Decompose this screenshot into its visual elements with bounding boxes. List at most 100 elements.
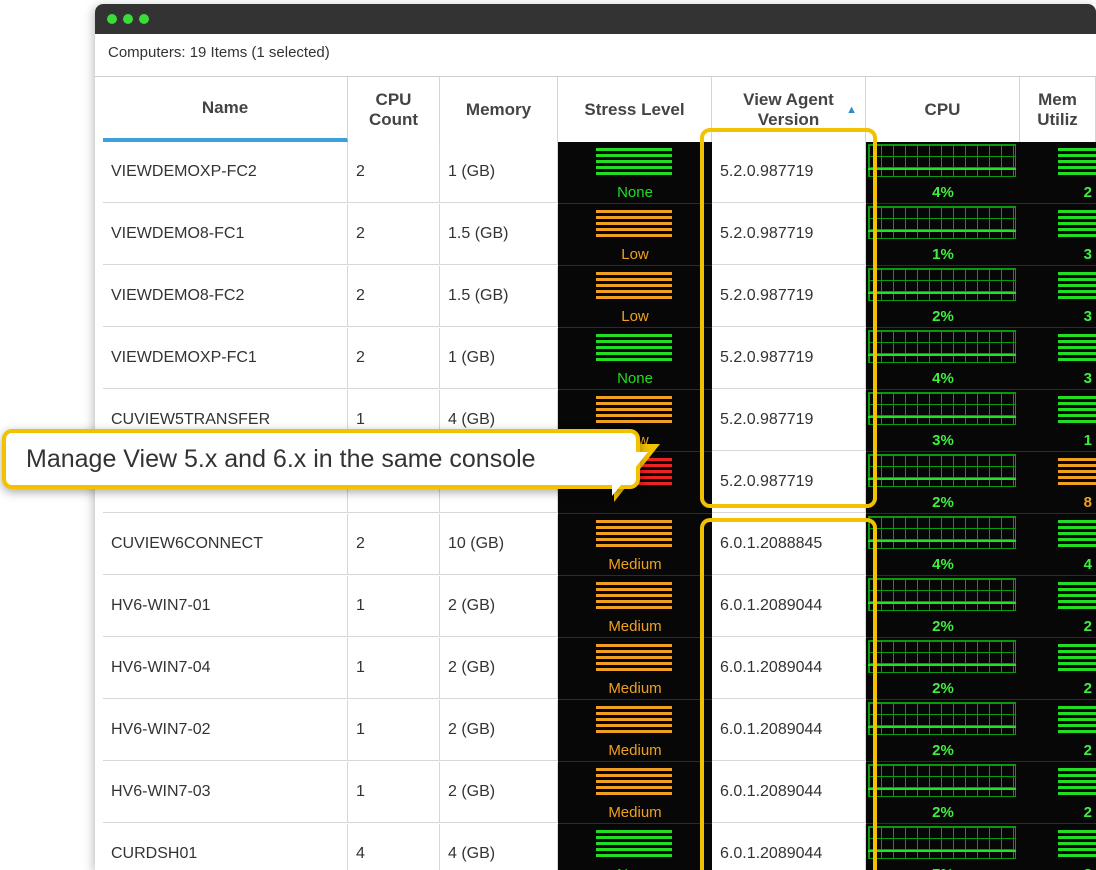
stress-bar [596, 160, 672, 163]
stress-bar [596, 532, 672, 535]
table-row[interactable]: HV6-WIN7-04 1 2 (GB) Medium 6.0.1.2089044 2% 2 [95, 638, 1096, 700]
table-row[interactable]: HV6-WIN7-02 1 2 (GB) Medium 6.0.1.2089044 2% 2 [95, 700, 1096, 762]
cell-cpu-count: 2 [348, 204, 440, 265]
memory-bar [1058, 538, 1096, 541]
memory-bar [1058, 774, 1096, 777]
cpu-percent-label: 4% [932, 556, 954, 573]
cpu-percent-label: 2% [932, 494, 954, 511]
memory-bar [1058, 216, 1096, 219]
stress-bar [596, 582, 672, 585]
cell-name: VIEWDEMOXP-FC1 [103, 328, 348, 389]
cpu-percent-label: 4% [932, 184, 954, 201]
memory-bar [1058, 352, 1096, 355]
stress-bar [596, 408, 672, 411]
memory-bar [1058, 650, 1096, 653]
cell-name: HV6-WIN7-03 [103, 762, 348, 823]
stress-meter: Medium [558, 762, 712, 824]
column-header-memory[interactable]: Memory [440, 77, 558, 142]
cpu-meter: 3% [866, 390, 1020, 452]
window-control-dot-icon[interactable] [123, 14, 133, 24]
stress-meter: None [558, 328, 712, 390]
cell-cpu-count: 1 [348, 762, 440, 823]
stress-level-label: Medium [608, 742, 662, 759]
stress-bar [596, 166, 672, 169]
column-header-cpu[interactable]: CPU [866, 77, 1020, 142]
column-header-cpu-count[interactable]: CPU Count [348, 77, 440, 142]
window-control-dot-icon[interactable] [107, 14, 117, 24]
memory-bar [1058, 464, 1096, 467]
stress-level-label: Medium [608, 618, 662, 635]
cpu-meter: 2% [866, 762, 1020, 824]
memory-util-label: 2 [1083, 742, 1092, 759]
column-header-name[interactable]: Name [103, 77, 348, 142]
cpu-history-grid [868, 392, 1016, 425]
column-header-label: CPU [924, 99, 961, 119]
sort-ascending-icon: ▲ [846, 104, 857, 116]
table-row[interactable]: VIEWDEMOXP-FC1 2 1 (GB) None 5.2.0.987719 4% 3 [95, 328, 1096, 390]
table-row[interactable]: HV6-WIN7-03 1 2 (GB) Medium 6.0.1.2089044 2% 2 [95, 762, 1096, 824]
memory-util-meter: 3 [1020, 328, 1096, 390]
memory-bar [1058, 792, 1096, 795]
memory-bar [1058, 830, 1096, 833]
stress-bar [596, 730, 672, 733]
cell-cpu-count: 1 [348, 638, 440, 699]
stress-level-label: Medium [608, 680, 662, 697]
memory-bar [1058, 290, 1096, 293]
stress-meter: Medium [558, 576, 712, 638]
table-row[interactable]: CURDSH0144 (GB)None6.0.1.20890447%3 [95, 824, 1096, 870]
memory-util-meter: 2 [1020, 638, 1096, 700]
memory-bar [1058, 526, 1096, 529]
memory-bar [1058, 582, 1096, 585]
cpu-meter: 2% [866, 638, 1020, 700]
cpu-history-grid [868, 826, 1016, 859]
stress-bar [596, 334, 672, 337]
memory-bar [1058, 662, 1096, 665]
cpu-history-grid [868, 330, 1016, 363]
version-5-highlight [700, 128, 877, 508]
stress-bar [596, 792, 672, 795]
memory-util-meter: 8 [1020, 452, 1096, 514]
cpu-history-line [868, 602, 1016, 604]
column-header-stress[interactable]: Stress Level [558, 77, 712, 142]
stress-meter: Low [558, 204, 712, 266]
cpu-meter: 2% [866, 452, 1020, 514]
cpu-meter: 4% [866, 328, 1020, 390]
cell-cpu-count: 4 [348, 824, 440, 870]
memory-bar [1058, 278, 1096, 281]
cpu-history-line [868, 230, 1016, 232]
table-row[interactable]: VIEWDEMOXP-FC2 2 1 (GB) None 5.2.0.987719 4% 2 [95, 142, 1096, 204]
table-row[interactable]: HV6-WIN7-01 1 2 (GB) Medium 6.0.1.2089044 2% 2 [95, 576, 1096, 638]
memory-bar [1058, 854, 1096, 857]
table-row[interactable]: VIEWDEMO8-FC1 2 1.5 (GB) Low 5.2.0.987719 1% 3 [95, 204, 1096, 266]
memory-bar [1058, 340, 1096, 343]
column-header-mem-util[interactable]: Mem Utiliz [1020, 77, 1096, 142]
stress-bar [596, 172, 672, 175]
cell-memory: 1 (GB) [440, 142, 558, 203]
stress-bar [596, 154, 672, 157]
cpu-meter: 2% [866, 700, 1020, 762]
stress-bar [596, 848, 672, 851]
memory-util-meter: 2 [1020, 700, 1096, 762]
cpu-history-line [868, 540, 1016, 542]
memory-bar [1058, 600, 1096, 603]
stress-bar [596, 414, 672, 417]
table-row[interactable]: VIEWDEMO8-FC2 2 1.5 (GB) Low 5.2.0.987719 2% 3 [95, 266, 1096, 328]
stress-level-label: Medium [608, 804, 662, 821]
memory-util-meter: 2 [1020, 142, 1096, 204]
window-control-dot-icon[interactable] [139, 14, 149, 24]
table-row[interactable]: CUVIEW6CONNECT 2 10 (GB) Medium 6.0.1.208884… [95, 514, 1096, 576]
version-6-highlight [700, 518, 877, 870]
memory-bar [1058, 272, 1096, 275]
stress-bar [596, 662, 672, 665]
memory-util-label: 2 [1083, 184, 1092, 201]
stress-bar [596, 718, 672, 721]
memory-util-label: 2 [1083, 804, 1092, 821]
stress-bar [596, 854, 672, 857]
memory-bar [1058, 718, 1096, 721]
cell-memory: 4 (GB) [440, 824, 558, 870]
column-header-label: Stress Level [584, 99, 685, 119]
stress-bar [596, 774, 672, 777]
memory-util-label: 3 [1083, 308, 1092, 325]
stress-bar [596, 712, 672, 715]
cell-name: HV6-WIN7-02 [103, 700, 348, 761]
